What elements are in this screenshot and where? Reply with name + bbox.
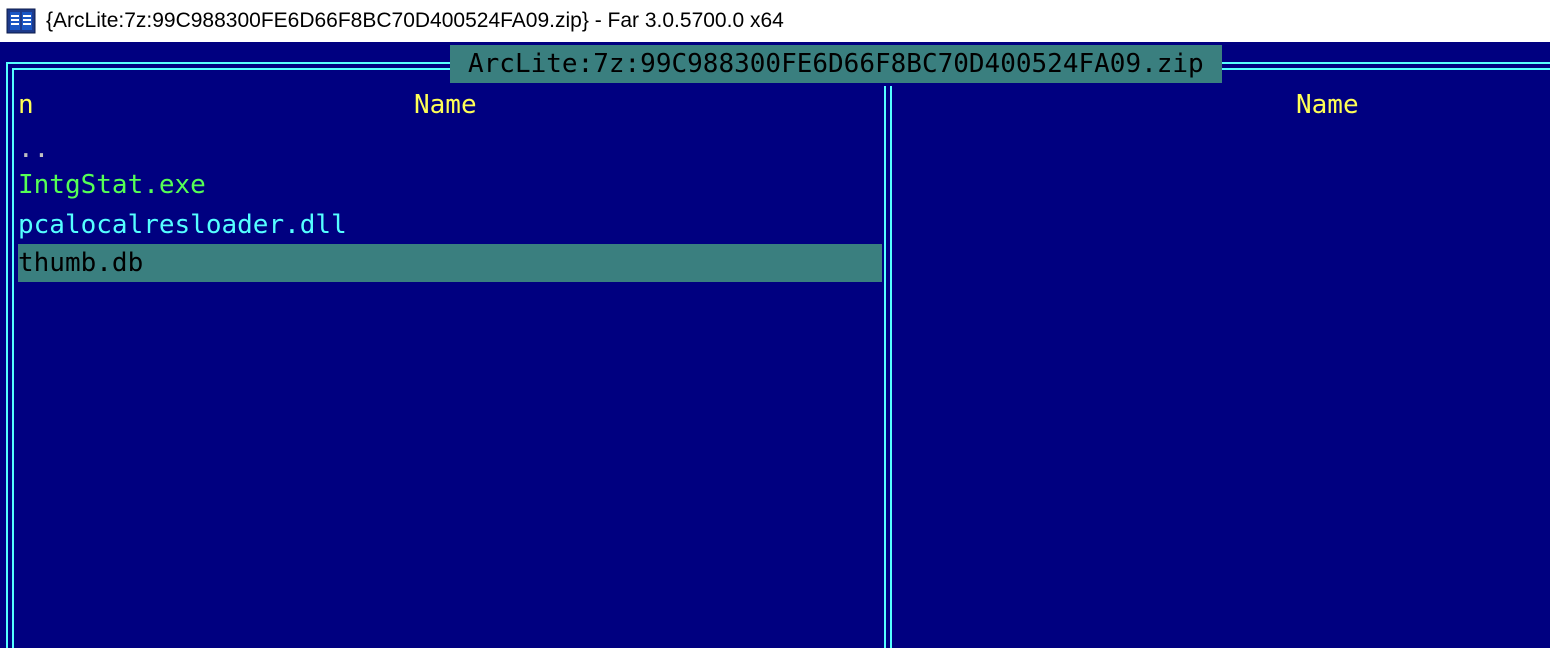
file-row-pcalocalresloader[interactable]: pcalocalresloader.dll [18,206,882,244]
file-name: IntgStat.exe [18,170,206,200]
file-row-thumb-selected[interactable]: thumb.db [18,244,882,282]
file-row-parent[interactable]: .. [18,130,882,168]
file-name: pcalocalresloader.dll [18,210,347,240]
far-manager-icon [6,8,36,34]
right-column-header-name[interactable]: Name [1296,88,1359,122]
column-marker: n [18,90,34,120]
frame-left-outer [6,62,8,648]
window-titlebar[interactable]: {ArcLite:7z:99C988300FE6D66F8BC70D400524… [0,0,1550,42]
column-header-name[interactable]: Name [414,88,477,122]
panel-divider-right [890,86,892,648]
panel-divider-left [884,86,886,648]
file-name: thumb.db [18,248,144,278]
far-console: ArcLite:7z:99C988300FE6D66F8BC70D400524F… [0,42,1550,648]
file-name: .. [18,134,50,164]
file-row-intgstat[interactable]: IntgStat.exe [18,166,882,204]
panel-title[interactable]: ArcLite:7z:99C988300FE6D66F8BC70D400524F… [450,45,1222,83]
frame-left-inner [12,68,14,648]
window-title: {ArcLite:7z:99C988300FE6D66F8BC70D400524… [46,9,784,32]
